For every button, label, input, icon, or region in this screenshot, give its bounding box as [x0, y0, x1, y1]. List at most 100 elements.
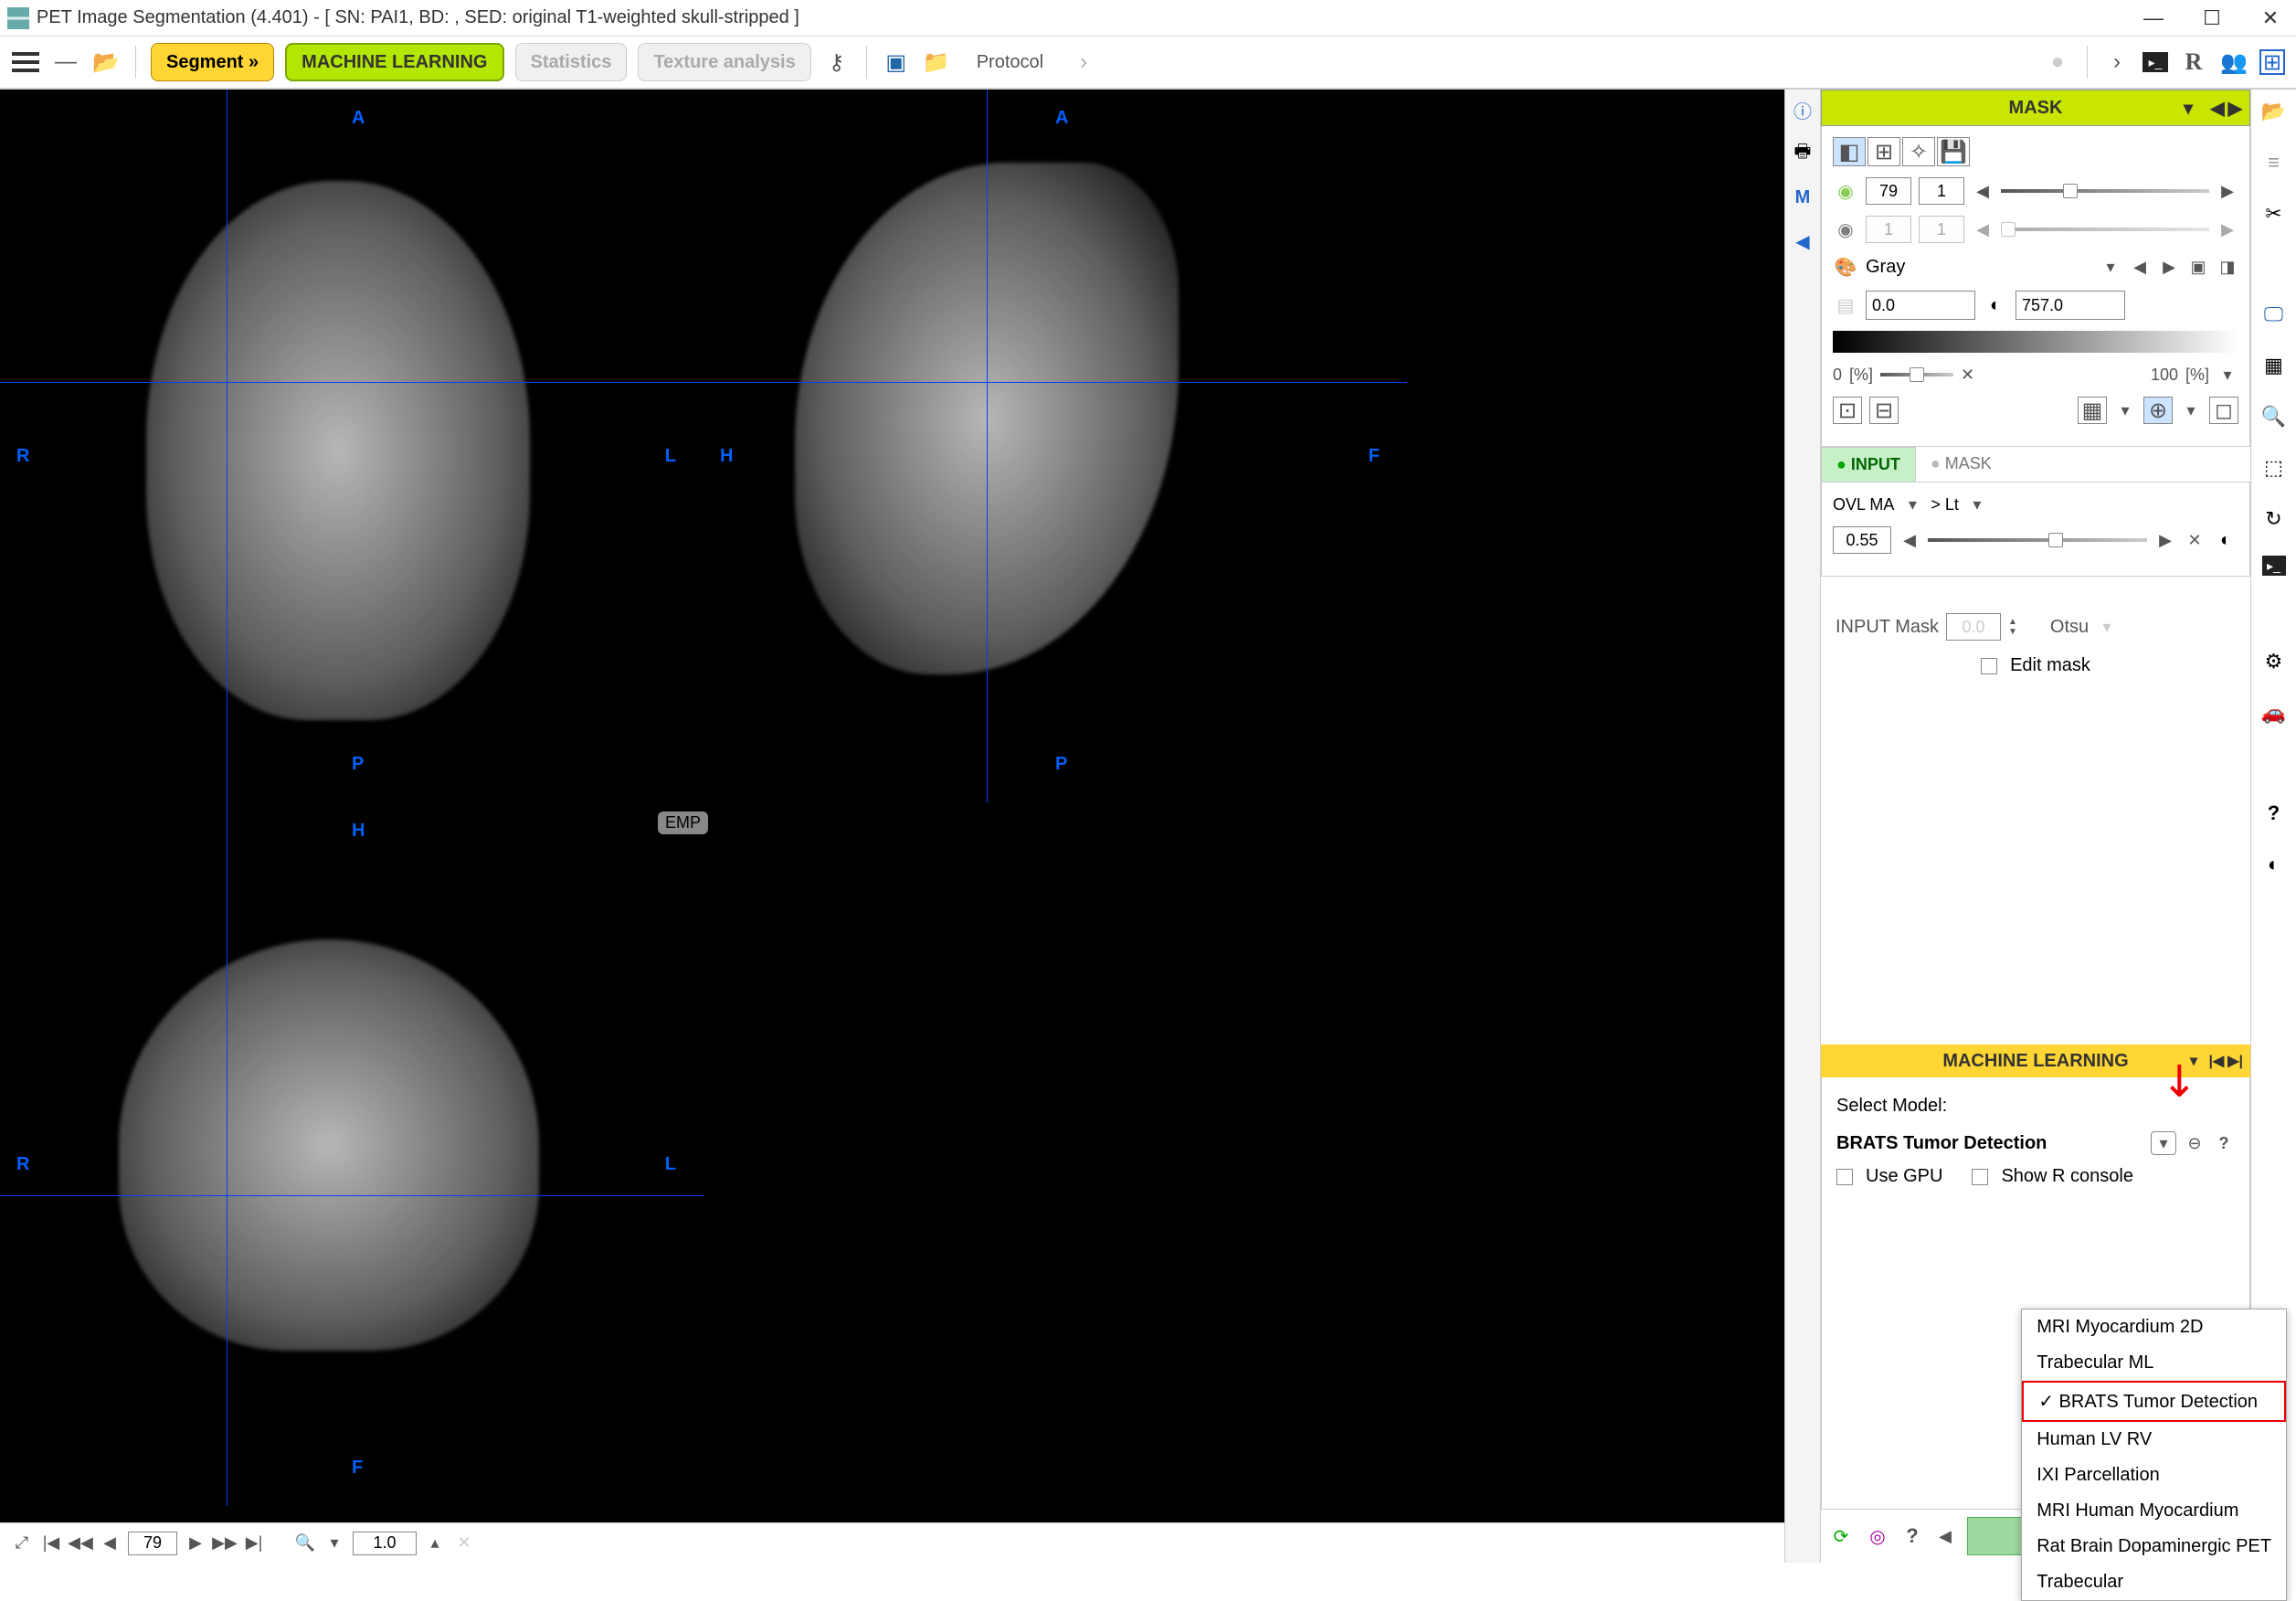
colormap-dropdown-icon[interactable]: ▾ [2100, 256, 2121, 278]
dd-item-trabecular-ml[interactable]: Trabecular ML [2022, 1345, 2286, 1381]
next-slice-button[interactable]: ▶ [185, 1532, 206, 1554]
opacity-close-icon[interactable]: ✕ [2184, 529, 2206, 551]
slice-a-input[interactable] [1866, 177, 1911, 205]
zoom-input[interactable] [353, 1532, 417, 1555]
preset-dropdown-icon[interactable]: ▾ [2114, 399, 2136, 421]
open-folder-icon[interactable]: 📂 [91, 48, 121, 77]
prev-model-button[interactable]: ◀ [1934, 1525, 1956, 1547]
ml-prev-icon[interactable]: |◀ [2208, 1052, 2224, 1070]
refresh-wheel-icon[interactable]: ⚙ [2259, 647, 2289, 676]
layout-crosshair-icon[interactable]: ✧ [1902, 137, 1935, 166]
ovl-dropdown-icon[interactable]: ▾ [1901, 493, 1923, 515]
tab-input[interactable]: INPUT [1821, 447, 1916, 482]
lt-dropdown-icon[interactable]: ▾ [1966, 493, 1988, 515]
mask-next-icon[interactable]: ▶ [2228, 97, 2242, 120]
dd-item-ixi-parcellation[interactable]: IXI Parcellation [2022, 1458, 2286, 1493]
expand-icon[interactable]: ⤢ [11, 1532, 33, 1554]
zoom-icon[interactable]: 🔍 [294, 1532, 316, 1554]
layout-single-icon[interactable]: ◧ [1833, 137, 1866, 166]
use-gpu-checkbox[interactable] [1836, 1169, 1853, 1185]
slice-prev-icon[interactable]: ◀ [1972, 180, 1994, 202]
input-mask-value[interactable] [1946, 613, 2001, 641]
hamburger-menu[interactable] [11, 48, 40, 77]
r-button[interactable]: R [2179, 48, 2208, 77]
dd-item-trabecular[interactable]: Trabecular [2022, 1564, 2286, 1600]
refresh-icon[interactable]: ⟳ [1828, 1523, 1854, 1549]
dropdown-icon[interactable]: ▾ [323, 1532, 345, 1554]
last-slice-button[interactable]: ▶| [243, 1532, 265, 1554]
panel-help-icon[interactable]: ? [2259, 799, 2289, 828]
ml-next-icon[interactable]: ▶| [2227, 1052, 2243, 1070]
folder-open-icon[interactable]: 📂 [2259, 97, 2289, 126]
colormap-box2-icon[interactable]: ◨ [2217, 256, 2238, 278]
preset-dropdown-icon-2[interactable]: ▾ [2180, 399, 2202, 421]
stepper-down[interactable]: ▼ [2008, 627, 2017, 637]
up-arrow-icon[interactable]: ▴ [424, 1532, 446, 1554]
key-icon[interactable]: ⚷ [822, 48, 852, 77]
dd-item-mri-myocardium-2d[interactable]: MRI Myocardium 2D [2022, 1309, 2286, 1345]
scissors-icon[interactable]: ✂ [2259, 199, 2289, 228]
preset-1-icon[interactable]: ⊡ [1833, 397, 1862, 424]
chevron-right-icon[interactable]: › [2102, 48, 2132, 77]
image-viewer[interactable]: A P R L A P H F H F R [0, 90, 1784, 1522]
target-icon[interactable]: ◎ [1865, 1523, 1890, 1549]
preset-2-icon[interactable]: ⊟ [1869, 397, 1899, 424]
palette-icon[interactable]: 🎨 [1833, 254, 1858, 280]
maximize-button[interactable]: ☐ [2194, 5, 2230, 32]
info-icon[interactable]: ⓘ [1790, 97, 1815, 122]
list-icon[interactable]: ≡ [2259, 148, 2289, 177]
opacity-prev-icon[interactable]: ◀ [1899, 529, 1920, 551]
cube-icon[interactable]: ▣ [882, 48, 911, 77]
x-icon[interactable]: ✕ [1961, 366, 1974, 385]
crop-icon[interactable]: ⬚ [2259, 453, 2289, 482]
first-slice-button[interactable]: |◀ [40, 1532, 62, 1554]
opacity-color-icon[interactable]: ◐ [2213, 527, 2238, 553]
close-button[interactable]: ✕ [2252, 5, 2289, 32]
next-fast-button[interactable]: ▶▶ [214, 1532, 236, 1554]
window-high-input[interactable] [2016, 291, 2125, 320]
opacity-next-icon[interactable]: ▶ [2154, 529, 2176, 551]
monitor-icon[interactable]: 🖵 [2259, 300, 2289, 329]
minimize-button[interactable]: — [2135, 5, 2172, 32]
terminal-icon[interactable]: ▸_ [2262, 556, 2286, 576]
slice-nav-icon[interactable]: ◉ [1833, 178, 1858, 204]
console-icon[interactable]: ▸_ [2143, 52, 2168, 72]
mask-panel-header[interactable]: MASK ▾ ◀▶ [1821, 90, 2250, 126]
dd-item-rat-brain-pet[interactable]: Rat Brain Dopaminergic PET [2022, 1529, 2286, 1564]
slice-b-input[interactable] [1919, 177, 1964, 205]
minimize-panel-icon[interactable]: — [51, 48, 80, 77]
protocol-button[interactable]: Protocol [962, 43, 1058, 81]
close-zoom-icon[interactable]: ✕ [453, 1532, 475, 1554]
preset-3-icon[interactable]: ▦ [2078, 397, 2107, 424]
mask-dropdown-icon[interactable]: ▾ [2184, 97, 2193, 120]
gradient-bar[interactable] [1833, 331, 2238, 353]
car-icon[interactable]: 🚗 [2259, 698, 2289, 727]
preset-4-icon[interactable]: ⊕ [2143, 397, 2173, 424]
layers-icon[interactable]: ▦ [2259, 351, 2289, 380]
zoom-in-icon[interactable]: 🔍 [2259, 402, 2289, 431]
prev-fast-button[interactable]: ◀◀ [69, 1532, 91, 1554]
show-r-checkbox[interactable] [1972, 1169, 1988, 1185]
preset-5-icon[interactable]: ◻ [2209, 397, 2238, 424]
circle-icon[interactable]: ● [2043, 48, 2072, 77]
colormap-next-icon[interactable]: ▶ [2158, 256, 2180, 278]
print-icon[interactable]: 🖶 [1790, 141, 1815, 166]
opacity-input[interactable] [1833, 526, 1891, 554]
arrow-icon[interactable]: › [1069, 48, 1098, 77]
pct-dropdown-icon[interactable]: ▾ [2217, 364, 2238, 386]
m-icon[interactable]: M [1790, 185, 1815, 210]
model-help-button[interactable]: ? [2213, 1132, 2235, 1154]
rotate-icon[interactable]: ↻ [2259, 504, 2289, 534]
colormap-prev-icon[interactable]: ◀ [2129, 256, 2151, 278]
dd-item-human-lv-rv[interactable]: Human LV RV [2022, 1422, 2286, 1458]
grid-icon[interactable]: ⊞ [2259, 49, 2285, 75]
edit-mask-checkbox[interactable] [1981, 658, 1997, 674]
dd-item-mri-human-myocardium[interactable]: MRI Human Myocardium [2022, 1493, 2286, 1529]
model-dropdown-button[interactable]: ▾ [2151, 1131, 2176, 1155]
folder-protocol-icon[interactable]: 📁 [922, 48, 951, 77]
model-link-icon[interactable]: ⊖ [2184, 1132, 2206, 1154]
users-icon[interactable]: 👥 [2219, 48, 2248, 77]
slice-number-input[interactable] [128, 1532, 177, 1555]
colormap-box1-icon[interactable]: ▣ [2187, 256, 2209, 278]
mask-prev-icon[interactable]: ◀ [2210, 97, 2224, 120]
